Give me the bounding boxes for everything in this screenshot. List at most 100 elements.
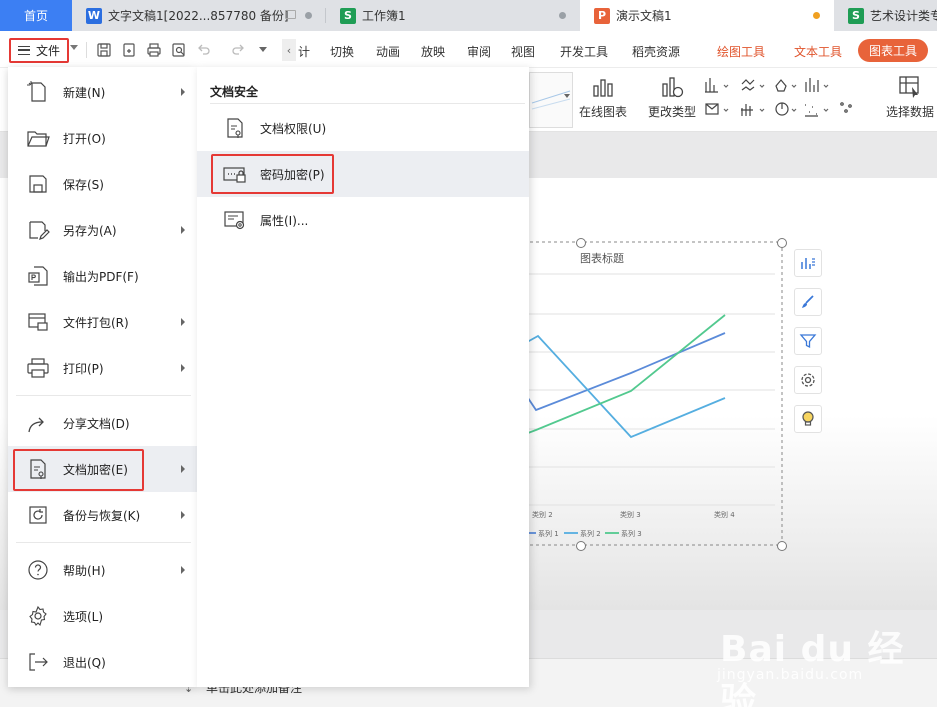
chart-elements-button[interactable] xyxy=(794,249,822,277)
tab-slideshow[interactable]: 放映 xyxy=(421,43,445,60)
tab-transition[interactable]: 切换 xyxy=(330,43,354,60)
tab-review[interactable]: 审阅 xyxy=(467,43,491,60)
package-icon xyxy=(28,313,48,331)
menu-item-new[interactable]: 新建(N) xyxy=(8,69,197,115)
tab-docer-resources[interactable]: 稻壳资源 xyxy=(632,43,680,60)
print-icon xyxy=(27,358,49,378)
chart-title[interactable]: 图表标题 xyxy=(580,251,624,265)
tab-developer[interactable]: 开发工具 xyxy=(560,43,608,60)
menu-item-save[interactable]: 保存(S) xyxy=(8,161,197,207)
monitor-icon xyxy=(285,10,296,19)
change-type-button[interactable]: 更改类型 xyxy=(648,74,696,120)
submenu-arrow-icon xyxy=(181,566,185,574)
chart-settings-button[interactable] xyxy=(794,366,822,394)
tab-text-tools[interactable]: 文本工具 xyxy=(794,43,842,60)
chart-style-gallery[interactable] xyxy=(529,72,573,128)
resize-handle[interactable] xyxy=(777,238,787,248)
menu-item-options[interactable]: 选项(L) xyxy=(8,593,197,639)
tab-drawing-tools[interactable]: 绘图工具 xyxy=(717,43,765,60)
tab-spreadsheet[interactable]: S 工作簿1 xyxy=(326,0,580,31)
chart-style-button[interactable] xyxy=(794,288,822,316)
legend-label: 系列 1 xyxy=(538,529,559,538)
watermark-url: jingyan.baidu.com xyxy=(717,667,864,683)
select-data-icon xyxy=(899,76,919,98)
tab-home[interactable]: 首页 xyxy=(0,0,72,31)
menu-item-help[interactable]: 帮助(H) xyxy=(8,547,197,593)
chart-gridlines xyxy=(510,273,775,506)
menu-item-save-as[interactable]: 另存为(A) xyxy=(8,207,197,253)
resize-handle[interactable] xyxy=(576,238,586,248)
menu-item-properties[interactable]: 属性(I)... xyxy=(197,197,529,243)
folder-open-icon xyxy=(27,131,50,147)
gallery-expand-icon[interactable] xyxy=(564,94,570,98)
document-lock-icon xyxy=(30,459,46,479)
redo-icon[interactable] xyxy=(230,42,246,58)
online-chart-icon xyxy=(593,79,613,97)
chart-legend[interactable]: 系列 1 系列 2 系列 3 xyxy=(522,529,642,538)
document-security-submenu: 文档安全 文档权限(U) 密码加密(P) 属性(I)... xyxy=(197,67,529,687)
save-icon[interactable] xyxy=(96,42,112,58)
series-line-2[interactable] xyxy=(519,334,726,439)
menu-bar: 文件 ‹ 计 切换 动画 放映 审阅 视图 开发工具 稻壳资源 绘图工具 文本工… xyxy=(0,31,937,68)
customize-toolbar-icon[interactable] xyxy=(259,47,267,52)
filter-icon xyxy=(799,334,817,349)
series-line-1[interactable] xyxy=(519,332,726,412)
submenu-arrow-icon xyxy=(181,318,185,326)
change-chart-type-icon xyxy=(662,77,684,98)
menu-item-exit[interactable]: 退出(Q) xyxy=(8,639,197,685)
share-icon xyxy=(28,417,44,433)
tab-view[interactable]: 视图 xyxy=(511,43,535,60)
help-icon xyxy=(28,560,48,580)
chart-object[interactable]: 图表标题 类别 2 类别 3 类别 4 系列 1 系列 2 系列 3 xyxy=(500,236,800,556)
menu-item-share[interactable]: 分享文档(D) xyxy=(8,400,197,446)
menu-item-export-pdf[interactable]: 输出为PDF(F) xyxy=(8,253,197,299)
hamburger-icon xyxy=(17,45,30,55)
online-chart-button[interactable]: 在线图表 xyxy=(579,74,627,120)
chevron-down-icon[interactable] xyxy=(70,45,78,50)
tab-label: 艺术设计类专 xyxy=(870,9,937,23)
legend-label: 系列 2 xyxy=(580,529,601,538)
resize-handle[interactable] xyxy=(777,541,787,551)
tab-writer-doc[interactable]: W 文字文稿1[2022...857780 备份] xyxy=(72,0,326,31)
new-file-icon xyxy=(27,81,46,102)
lightbulb-icon xyxy=(802,411,814,426)
submenu-arrow-icon xyxy=(181,511,185,519)
scroll-left-icon[interactable]: ‹ xyxy=(282,39,296,61)
resize-handle[interactable] xyxy=(576,541,586,551)
print-icon[interactable] xyxy=(146,42,162,58)
print-preview-icon[interactable] xyxy=(171,42,187,58)
tab-design-doc[interactable]: S 艺术设计类专 xyxy=(834,0,937,31)
unsaved-dot-icon xyxy=(813,12,820,19)
tab-design[interactable]: 计 xyxy=(298,43,310,60)
tab-close-icon[interactable] xyxy=(559,12,566,19)
chart-ideas-button[interactable] xyxy=(794,405,822,433)
export-icon[interactable] xyxy=(121,42,137,58)
tab-presentation[interactable]: P 演示文稿1 xyxy=(580,0,834,31)
menu-item-document-encryption[interactable]: 文档加密(E) xyxy=(8,446,197,492)
menu-item-package[interactable]: 文件打包(R) xyxy=(8,299,197,345)
axis-category-label: 类别 3 xyxy=(620,510,641,519)
password-lock-icon xyxy=(223,167,246,183)
writer-app-icon: W xyxy=(86,7,102,24)
properties-icon xyxy=(224,211,245,230)
file-menu-button[interactable]: 文件 xyxy=(9,38,69,62)
menu-item-print[interactable]: 打印(P) xyxy=(8,345,197,391)
sheet-app-icon: S xyxy=(848,7,864,24)
tab-chart-tools[interactable]: 图表工具 xyxy=(858,39,929,62)
undo-icon[interactable] xyxy=(196,42,212,58)
menu-item-password-encryption[interactable]: 密码加密(P) xyxy=(197,151,529,197)
document-permission-icon xyxy=(227,118,243,138)
submenu-title: 文档安全 xyxy=(210,85,259,99)
menu-item-open[interactable]: 打开(O) xyxy=(8,115,197,161)
select-data-button[interactable]: 选择数据 xyxy=(886,74,934,120)
chart-filter-button[interactable] xyxy=(794,327,822,355)
chart-type-grid[interactable] xyxy=(704,76,854,120)
tab-close-icon[interactable] xyxy=(305,12,312,19)
menu-item-document-permission[interactable]: 文档权限(U) xyxy=(197,105,529,151)
tab-label: 文字文稿1[2022...857780 备份] xyxy=(108,9,289,23)
save-as-icon xyxy=(29,221,50,240)
menu-item-backup-restore[interactable]: 备份与恢复(K) xyxy=(8,492,197,538)
tab-animation[interactable]: 动画 xyxy=(376,43,400,60)
axis-category-label: 类别 4 xyxy=(714,510,735,519)
paint-brush-icon xyxy=(802,295,814,308)
